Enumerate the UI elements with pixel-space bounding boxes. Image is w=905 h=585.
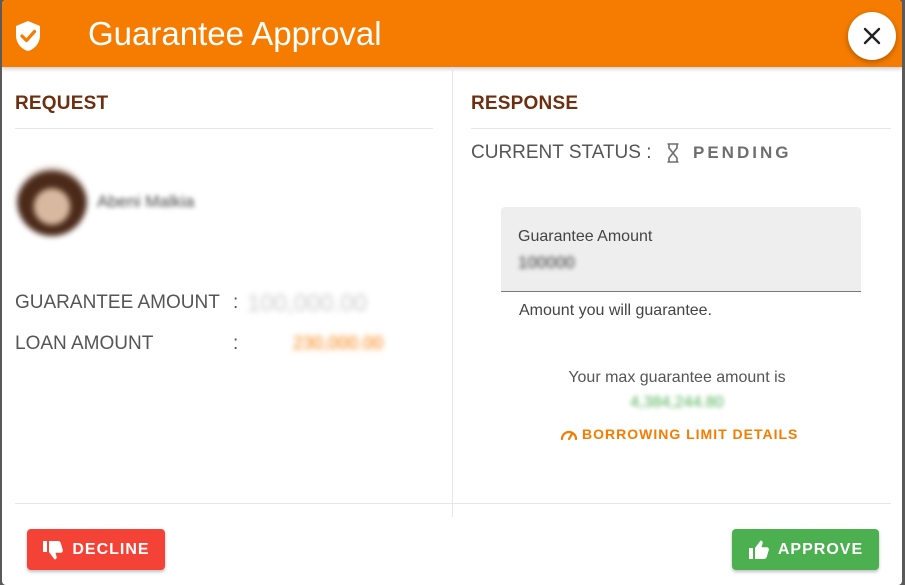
guarantee-amount-field-value[interactable]: 100000 [518, 253, 575, 273]
thumbs-down-icon [43, 540, 64, 559]
guarantee-approval-dialog: Guarantee Approval REQUEST Abeni Malkia … [2, 0, 902, 585]
max-guarantee-value: 4,384,244.80 [630, 394, 724, 411]
guarantee-amount-label: GUARANTEE AMOUNT [15, 292, 220, 313]
close-icon [863, 27, 881, 45]
loan-amount-value: 230,000.00 [293, 333, 384, 353]
footer-divider [15, 503, 891, 504]
guarantee-amount-field[interactable]: Guarantee Amount 100000 [501, 207, 861, 292]
guarantee-amount-field-label: Guarantee Amount [518, 228, 653, 245]
decline-button-label: DECLINE [72, 540, 150, 558]
status-value: PENDING [693, 143, 792, 162]
request-section-title: REQUEST [15, 93, 109, 114]
close-button[interactable] [848, 12, 896, 60]
guarantee-amount-colon: : [233, 292, 239, 313]
hourglass-icon [667, 143, 679, 163]
dialog-title: Guarantee Approval [88, 15, 382, 52]
request-divider [15, 128, 433, 129]
response-divider [471, 128, 891, 129]
speedometer-icon [560, 430, 578, 441]
approve-button[interactable]: APPROVE [732, 529, 879, 570]
column-divider [452, 67, 453, 517]
requester-name: Abeni Malkia [97, 192, 195, 211]
approve-button-label: APPROVE [777, 540, 864, 558]
avatar [17, 166, 87, 236]
loan-amount-colon: : [233, 333, 239, 354]
max-guarantee-label: Your max guarantee amount is [568, 369, 786, 386]
loan-amount-label: LOAN AMOUNT [15, 333, 154, 354]
thumbs-up-icon [748, 540, 769, 559]
response-section-title: RESPONSE [471, 93, 579, 114]
borrowing-limit-details-link[interactable]: BORROWING LIMIT DETAILS [560, 426, 798, 442]
decline-button[interactable]: DECLINE [27, 529, 165, 570]
guarantee-amount-value: 100,000.00 [247, 290, 368, 317]
status-label: CURRENT STATUS : [471, 142, 652, 163]
borrowing-limit-link-label: BORROWING LIMIT DETAILS [582, 426, 799, 442]
dialog-header: Guarantee Approval [2, 0, 902, 67]
field-helper-text: Amount you will guarantee. [519, 302, 712, 319]
shield-check-icon [16, 21, 40, 51]
